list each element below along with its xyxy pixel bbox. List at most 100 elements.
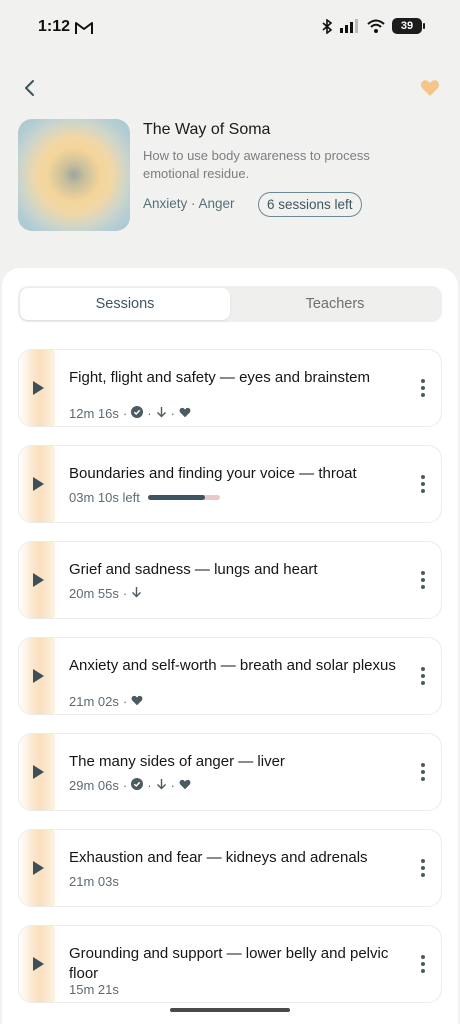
battery-level: 39 xyxy=(400,20,414,32)
session-duration: 15m 21s xyxy=(69,982,119,997)
more-options-button[interactable] xyxy=(417,562,429,598)
session-duration: 29m 06s xyxy=(69,778,119,793)
heart-icon xyxy=(420,80,440,96)
favorited-heart-icon xyxy=(179,406,191,421)
session-progress-bar xyxy=(147,495,220,500)
session-meta: 20m 55s · xyxy=(69,586,142,601)
meta-separator: · xyxy=(122,586,128,601)
more-dot xyxy=(421,482,425,486)
downloaded-icon xyxy=(131,586,142,601)
session-card[interactable]: Exhaustion and fear — kidneys and adrena… xyxy=(18,829,442,907)
more-dot xyxy=(421,667,425,671)
meta-separator: · xyxy=(122,778,128,793)
more-dot xyxy=(421,763,425,767)
bluetooth-icon xyxy=(322,18,333,34)
session-card[interactable]: Fight, flight and safety — eyes and brai… xyxy=(18,349,442,427)
more-dot xyxy=(421,969,425,973)
more-dot xyxy=(421,777,425,781)
session-title: Grief and sadness — lungs and heart xyxy=(69,561,318,578)
more-options-button[interactable] xyxy=(417,370,429,406)
more-dot xyxy=(421,571,425,575)
play-button[interactable] xyxy=(19,734,55,810)
more-dot xyxy=(421,873,425,877)
session-card[interactable]: Boundaries and finding your voice — thro… xyxy=(18,445,442,523)
status-bar: 1:12 39 xyxy=(0,0,460,56)
play-icon xyxy=(32,381,44,395)
series-tags: Anxiety · Anger xyxy=(143,196,235,211)
downloaded-icon xyxy=(156,406,167,421)
series-description: How to use body awareness to process emo… xyxy=(143,148,370,181)
session-card[interactable]: The many sides of anger — liver 29m 06s · ·… xyxy=(18,733,442,811)
meta-separator: · xyxy=(122,406,128,421)
status-icons: 39 xyxy=(322,18,425,34)
session-title: The many sides of anger — liver xyxy=(69,753,285,770)
session-card[interactable]: Grounding and support — lower belly and … xyxy=(18,925,442,1003)
tab-bar: Sessions Teachers xyxy=(18,286,442,322)
back-button[interactable] xyxy=(18,76,42,100)
more-dot xyxy=(421,770,425,774)
more-dot xyxy=(421,578,425,582)
meta-separator: · xyxy=(170,406,175,421)
session-duration: 20m 55s xyxy=(69,586,119,601)
favorite-button[interactable] xyxy=(418,76,442,100)
session-title: Anxiety and self-worth — breath and sola… xyxy=(69,657,396,674)
session-duration: 21m 03s xyxy=(69,874,119,889)
more-dot xyxy=(421,379,425,383)
session-meta: 15m 21s xyxy=(69,982,119,997)
play-button[interactable] xyxy=(19,350,55,426)
more-dot xyxy=(421,866,425,870)
play-button[interactable] xyxy=(19,830,55,906)
sessions-sheet: Sessions Teachers Fight, flight and safe… xyxy=(2,268,458,1024)
play-button[interactable] xyxy=(19,926,55,1002)
play-button[interactable] xyxy=(19,638,55,714)
session-duration: 21m 02s xyxy=(69,694,119,709)
session-meta: 12m 16s · · · xyxy=(69,406,191,421)
more-options-button[interactable] xyxy=(417,466,429,502)
meta-separator: · xyxy=(147,778,152,793)
session-progress-fill xyxy=(147,495,206,500)
sessions-left-badge: 6 sessions left xyxy=(258,192,362,217)
meta-separator: · xyxy=(122,694,128,709)
downloaded-icon xyxy=(156,778,167,793)
favorited-heart-icon xyxy=(131,694,143,709)
session-meta: 21m 03s xyxy=(69,874,119,889)
more-dot xyxy=(421,585,425,589)
chevron-left-icon xyxy=(25,80,34,96)
tab-teachers[interactable]: Teachers xyxy=(230,288,440,320)
more-dot xyxy=(421,681,425,685)
play-button[interactable] xyxy=(19,542,55,618)
play-icon xyxy=(32,957,44,971)
play-button[interactable] xyxy=(19,446,55,522)
more-dot xyxy=(421,489,425,493)
meta-separator: · xyxy=(170,778,175,793)
favorited-heart-icon xyxy=(179,778,191,793)
tab-sessions[interactable]: Sessions xyxy=(20,288,230,320)
more-dot xyxy=(421,859,425,863)
session-title: Exhaustion and fear — kidneys and adrena… xyxy=(69,849,368,866)
play-icon xyxy=(32,573,44,587)
session-list: Fight, flight and safety — eyes and brai… xyxy=(18,349,442,1021)
battery-indicator: 39 xyxy=(392,18,425,34)
wifi-icon xyxy=(367,19,385,33)
session-meta: 03m 10s left xyxy=(69,490,220,505)
play-icon xyxy=(32,669,44,683)
more-dot xyxy=(421,475,425,479)
more-dot xyxy=(421,386,425,390)
more-options-button[interactable] xyxy=(417,754,429,790)
play-icon xyxy=(32,765,44,779)
more-dot xyxy=(421,393,425,397)
play-icon xyxy=(32,861,44,875)
signal-icon xyxy=(340,19,358,33)
session-duration: 12m 16s xyxy=(69,406,119,421)
completed-check-icon xyxy=(131,406,144,421)
more-options-button[interactable] xyxy=(417,658,429,694)
session-card[interactable]: Anxiety and self-worth — breath and sola… xyxy=(18,637,442,715)
more-options-button[interactable] xyxy=(417,850,429,886)
session-card[interactable]: Grief and sadness — lungs and heart 20m 5… xyxy=(18,541,442,619)
more-dot xyxy=(421,674,425,678)
session-title: Fight, flight and safety — eyes and brai… xyxy=(69,369,370,386)
meta-separator: · xyxy=(147,406,152,421)
more-options-button[interactable] xyxy=(417,946,429,982)
session-meta: 29m 06s · · · xyxy=(69,778,191,793)
session-title: Grounding and support — lower belly and … xyxy=(69,945,389,982)
